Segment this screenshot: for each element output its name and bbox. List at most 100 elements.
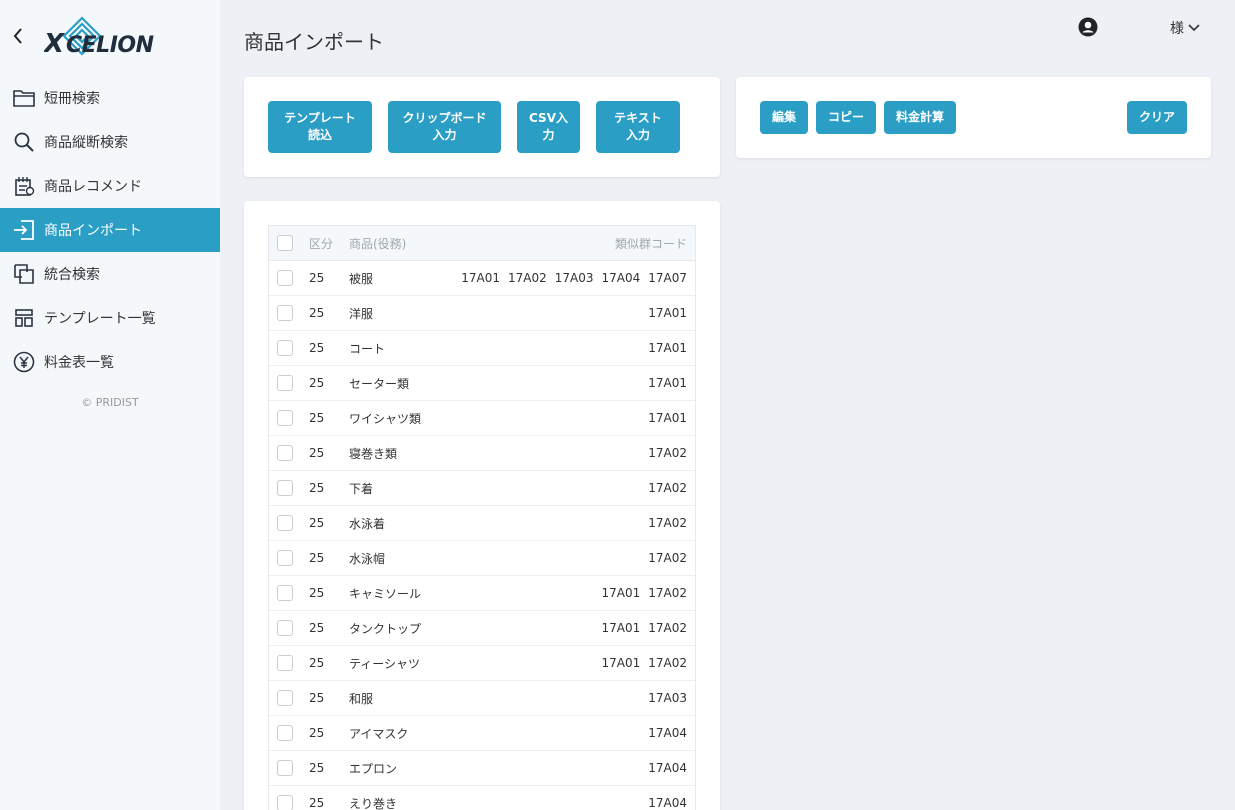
row-product-name: 寝巻き類	[349, 446, 398, 461]
row-kubun: 25	[309, 726, 325, 740]
row-similar-group-codes: 17A04	[648, 761, 695, 775]
table-row[interactable]: 25 アイマスク 17A04	[269, 716, 695, 751]
edit-button[interactable]: 編集	[760, 101, 808, 134]
sidebar: X CELION 短冊検索 商品縦断検索 商品レコメンド 商品インポート 統合検…	[0, 0, 220, 810]
sidebar-item-tanzaku-search[interactable]: 短冊検索	[0, 76, 220, 120]
table-row[interactable]: 25 ティーシャツ 17A01 17A02	[269, 646, 695, 681]
template-load-button[interactable]: テンプレート 読込	[268, 101, 372, 153]
table-row[interactable]: 25 水泳帽 17A02	[269, 541, 695, 576]
table-row[interactable]: 25 エプロン 17A04	[269, 751, 695, 786]
row-product-name: タンクトップ	[349, 621, 422, 636]
sidebar-item-integrated-search[interactable]: 統合検索	[0, 252, 220, 296]
table-row[interactable]: 25 タンクトップ 17A01 17A02	[269, 611, 695, 646]
row-checkbox[interactable]	[277, 690, 293, 706]
row-checkbox[interactable]	[277, 620, 293, 636]
row-checkbox[interactable]	[277, 305, 293, 321]
row-similar-group-codes: 17A02	[648, 551, 695, 565]
sidebar-item-template-list[interactable]: テンプレート一覧	[0, 296, 220, 340]
row-similar-group-codes: 17A01	[648, 341, 695, 355]
select-all-checkbox[interactable]	[277, 235, 293, 251]
row-kubun: 25	[309, 376, 325, 390]
sidebar-item-fee-table-list[interactable]: 料金表一覧	[0, 340, 220, 384]
row-similar-group-codes: 17A04	[648, 726, 695, 740]
back-chevron-icon[interactable]	[8, 24, 28, 48]
row-product-name: ワイシャツ類	[349, 411, 422, 426]
row-similar-group-codes: 17A02	[648, 516, 695, 530]
similar-group-code: 17A01	[648, 341, 687, 355]
copy-button[interactable]: コピー	[816, 101, 876, 134]
row-checkbox[interactable]	[277, 795, 293, 810]
sidebar-item-label: 商品縦断検索	[44, 135, 128, 151]
row-checkbox[interactable]	[277, 550, 293, 566]
row-checkbox[interactable]	[277, 410, 293, 426]
row-checkbox[interactable]	[277, 515, 293, 531]
sidebar-item-product-recommend[interactable]: 商品レコメンド	[0, 164, 220, 208]
row-similar-group-codes: 17A01	[648, 306, 695, 320]
sidebar-item-label: 短冊検索	[44, 91, 100, 107]
similar-group-code: 17A02	[648, 551, 687, 565]
row-checkbox[interactable]	[277, 480, 293, 496]
table-header: 区分 商品(役務) 類似群コード	[269, 226, 695, 261]
table-row[interactable]: 25 コート 17A01	[269, 331, 695, 366]
similar-group-code: 17A01	[648, 306, 687, 320]
row-kubun: 25	[309, 551, 325, 565]
sidebar-item-product-cross-search[interactable]: 商品縦断検索	[0, 120, 220, 164]
row-product-name: アイマスク	[349, 726, 409, 741]
row-checkbox[interactable]	[277, 585, 293, 601]
clipboard-input-button[interactable]: クリップボード 入力	[388, 101, 501, 153]
fee-calc-button[interactable]: 料金計算	[884, 101, 956, 134]
row-product-name: エプロン	[349, 761, 398, 776]
row-kubun: 25	[309, 516, 325, 530]
table-row[interactable]: 25 キャミソール 17A01 17A02	[269, 576, 695, 611]
row-product-name: 下着	[349, 481, 374, 496]
similar-group-code: 17A01	[461, 271, 500, 285]
row-kubun: 25	[309, 586, 325, 600]
row-similar-group-codes: 17A02	[648, 481, 695, 495]
table-row[interactable]: 25 セーター類 17A01	[269, 366, 695, 401]
table-row[interactable]: 25 えり巻き 17A04	[269, 786, 695, 810]
sidebar-nav: 短冊検索 商品縦断検索 商品レコメンド 商品インポート 統合検索 テンプレート一…	[0, 76, 220, 409]
similar-group-code: 17A03	[554, 271, 594, 285]
sidebar-item-product-import[interactable]: 商品インポート	[0, 208, 220, 252]
table-row[interactable]: 25 和服 17A03	[269, 681, 695, 716]
row-checkbox[interactable]	[277, 445, 293, 461]
table-row[interactable]: 25 ワイシャツ類 17A01	[269, 401, 695, 436]
import-icon	[12, 218, 36, 242]
row-checkbox[interactable]	[277, 340, 293, 356]
csv-input-button[interactable]: CSV入 力	[517, 101, 580, 153]
row-product-name: 洋服	[349, 306, 374, 321]
user-account-icon[interactable]	[1078, 17, 1098, 37]
table-row[interactable]: 25 被服 17A01 17A02 17A03 17A04 17A07	[269, 261, 695, 296]
row-kubun: 25	[309, 621, 325, 635]
row-product-name: 水泳着	[349, 516, 386, 531]
row-similar-group-codes: 17A01	[648, 411, 695, 425]
clear-button[interactable]: クリア	[1127, 101, 1187, 134]
table-row[interactable]: 25 水泳着 17A02	[269, 506, 695, 541]
text-input-button[interactable]: テキスト 入力	[596, 101, 680, 153]
product-table-card: 区分 商品(役務) 類似群コード 25 被服 17A01 17A02 17A03 17A0…	[244, 201, 720, 810]
search-icon	[12, 130, 36, 154]
row-checkbox[interactable]	[277, 725, 293, 741]
svg-text:X: X	[44, 29, 66, 59]
row-checkbox[interactable]	[277, 760, 293, 776]
sidebar-item-label: 商品レコメンド	[44, 179, 142, 195]
user-menu[interactable]: 様	[1170, 18, 1200, 38]
template-icon	[12, 306, 36, 330]
recommend-icon	[12, 174, 36, 198]
similar-group-code: 17A01	[601, 656, 641, 670]
similar-group-code: 17A07	[648, 271, 687, 285]
row-similar-group-codes: 17A01 17A02	[602, 621, 696, 635]
table-row[interactable]: 25 洋服 17A01	[269, 296, 695, 331]
row-checkbox[interactable]	[277, 270, 293, 286]
similar-group-code: 17A02	[648, 621, 687, 635]
similar-group-code: 17A02	[648, 481, 687, 495]
row-checkbox[interactable]	[277, 655, 293, 671]
row-checkbox[interactable]	[277, 375, 293, 391]
tools-card: 編集 コピー 料金計算 クリア	[736, 77, 1211, 158]
table-body: 25 被服 17A01 17A02 17A03 17A04 17A07 25 洋服 17A01 25…	[269, 261, 695, 810]
integrated-search-icon	[12, 262, 36, 286]
sidebar-item-label: テンプレート一覧	[44, 311, 156, 327]
table-row[interactable]: 25 寝巻き類 17A02	[269, 436, 695, 471]
header-kubun: 区分	[309, 236, 334, 251]
table-row[interactable]: 25 下着 17A02	[269, 471, 695, 506]
